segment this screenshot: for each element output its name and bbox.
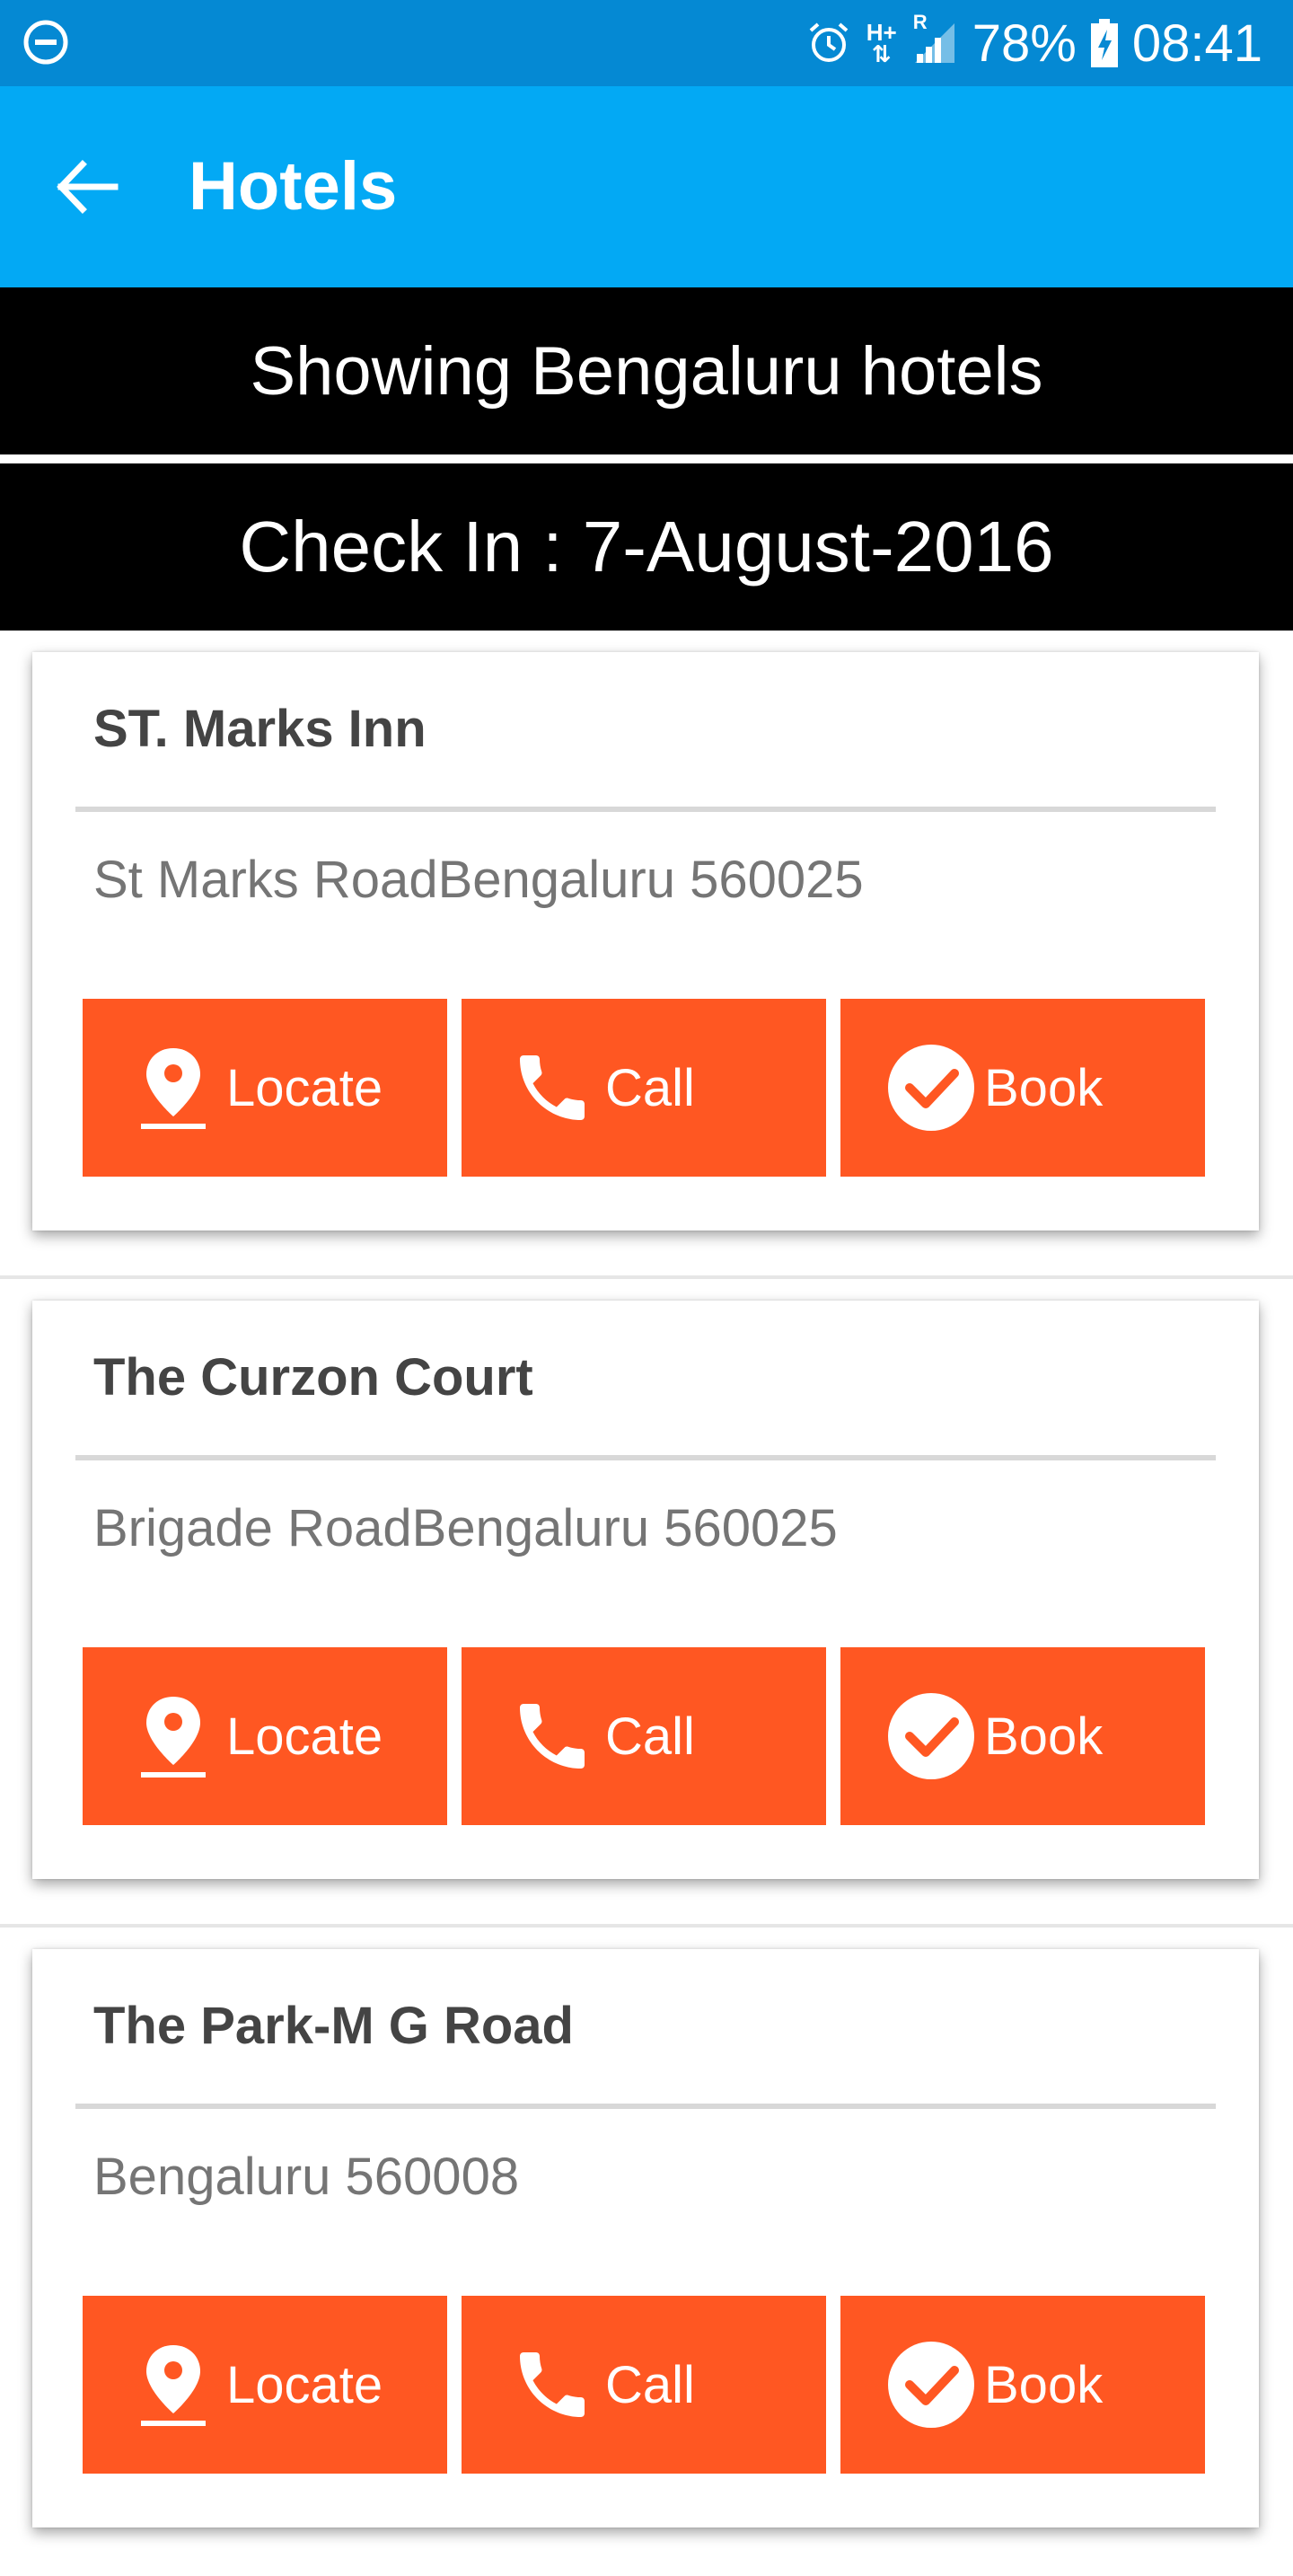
hotel-address: Bengaluru 560008 — [93, 2148, 520, 2206]
alarm-icon — [805, 20, 852, 66]
book-button[interactable]: Book — [840, 2296, 1205, 2474]
page-title: Hotels — [189, 148, 398, 225]
card-divider — [75, 2104, 1216, 2109]
call-button[interactable]: Call — [462, 2296, 826, 2474]
list-item: The Park-M G Road Bengaluru 560008 Locat… — [0, 1928, 1293, 2576]
hotel-card[interactable]: The Curzon Court Brigade RoadBengaluru 5… — [32, 1301, 1259, 1879]
locate-button[interactable]: Locate — [83, 1647, 447, 1825]
location-pin-icon — [124, 1038, 223, 1137]
location-pin-icon — [124, 2335, 223, 2434]
book-button[interactable]: Book — [840, 1647, 1205, 1825]
call-label: Call — [605, 2355, 695, 2414]
hotel-name: The Park-M G Road — [93, 1997, 574, 2055]
clock: 08:41 — [1131, 13, 1262, 73]
locate-button[interactable]: Locate — [83, 2296, 447, 2474]
battery-percent: 78% — [972, 13, 1077, 73]
locate-button[interactable]: Locate — [83, 999, 447, 1177]
arrow-back-icon[interactable] — [43, 149, 129, 225]
roaming-label: R — [912, 11, 928, 33]
book-button[interactable]: Book — [840, 999, 1205, 1177]
data-arrows-glyph: ⇅ — [871, 40, 892, 67]
do-not-disturb-icon — [22, 18, 70, 66]
locate-label: Locate — [226, 2355, 383, 2414]
hotel-card[interactable]: The Park-M G Road Bengaluru 560008 Locat… — [32, 1949, 1259, 2527]
checkin-banner: Check In : 7-August-2016 — [0, 463, 1293, 631]
hotel-name: ST. Marks Inn — [93, 700, 427, 758]
locate-label: Locate — [226, 1707, 383, 1766]
book-label: Book — [984, 1707, 1104, 1766]
book-label: Book — [984, 2355, 1104, 2414]
call-button[interactable]: Call — [462, 999, 826, 1177]
locate-label: Locate — [226, 1058, 383, 1117]
signal-icon: R — [911, 11, 958, 66]
phone-icon — [503, 2335, 602, 2434]
card-divider — [75, 1455, 1216, 1460]
hotel-address: Brigade RoadBengaluru 560025 — [93, 1499, 838, 1557]
location-pin-icon — [124, 1687, 223, 1786]
check-circle-icon — [882, 1687, 981, 1786]
book-label: Book — [984, 1058, 1104, 1117]
phone-icon — [503, 1038, 602, 1137]
app-bar: Hotels — [0, 86, 1293, 287]
phone-icon — [503, 1687, 602, 1786]
call-button[interactable]: Call — [462, 1647, 826, 1825]
status-bar: H+ ⇅ R 78% 08:41 — [0, 0, 1293, 86]
battery-charging-icon — [1090, 19, 1118, 67]
card-divider — [75, 807, 1216, 812]
hotel-card[interactable]: ST. Marks Inn St Marks RoadBengaluru 560… — [32, 652, 1259, 1231]
check-circle-icon — [882, 2335, 981, 2434]
list-item: The Curzon Court Brigade RoadBengaluru 5… — [0, 1279, 1293, 1928]
city-banner: Showing Bengaluru hotels — [0, 287, 1293, 454]
check-circle-icon — [882, 1038, 981, 1137]
data-arrows-icon: H+ ⇅ — [866, 19, 897, 67]
hotel-name: The Curzon Court — [93, 1348, 533, 1407]
list-item: ST. Marks Inn St Marks RoadBengaluru 560… — [0, 631, 1293, 1279]
call-label: Call — [605, 1058, 695, 1117]
hotel-address: St Marks RoadBengaluru 560025 — [93, 851, 864, 909]
call-label: Call — [605, 1707, 695, 1766]
